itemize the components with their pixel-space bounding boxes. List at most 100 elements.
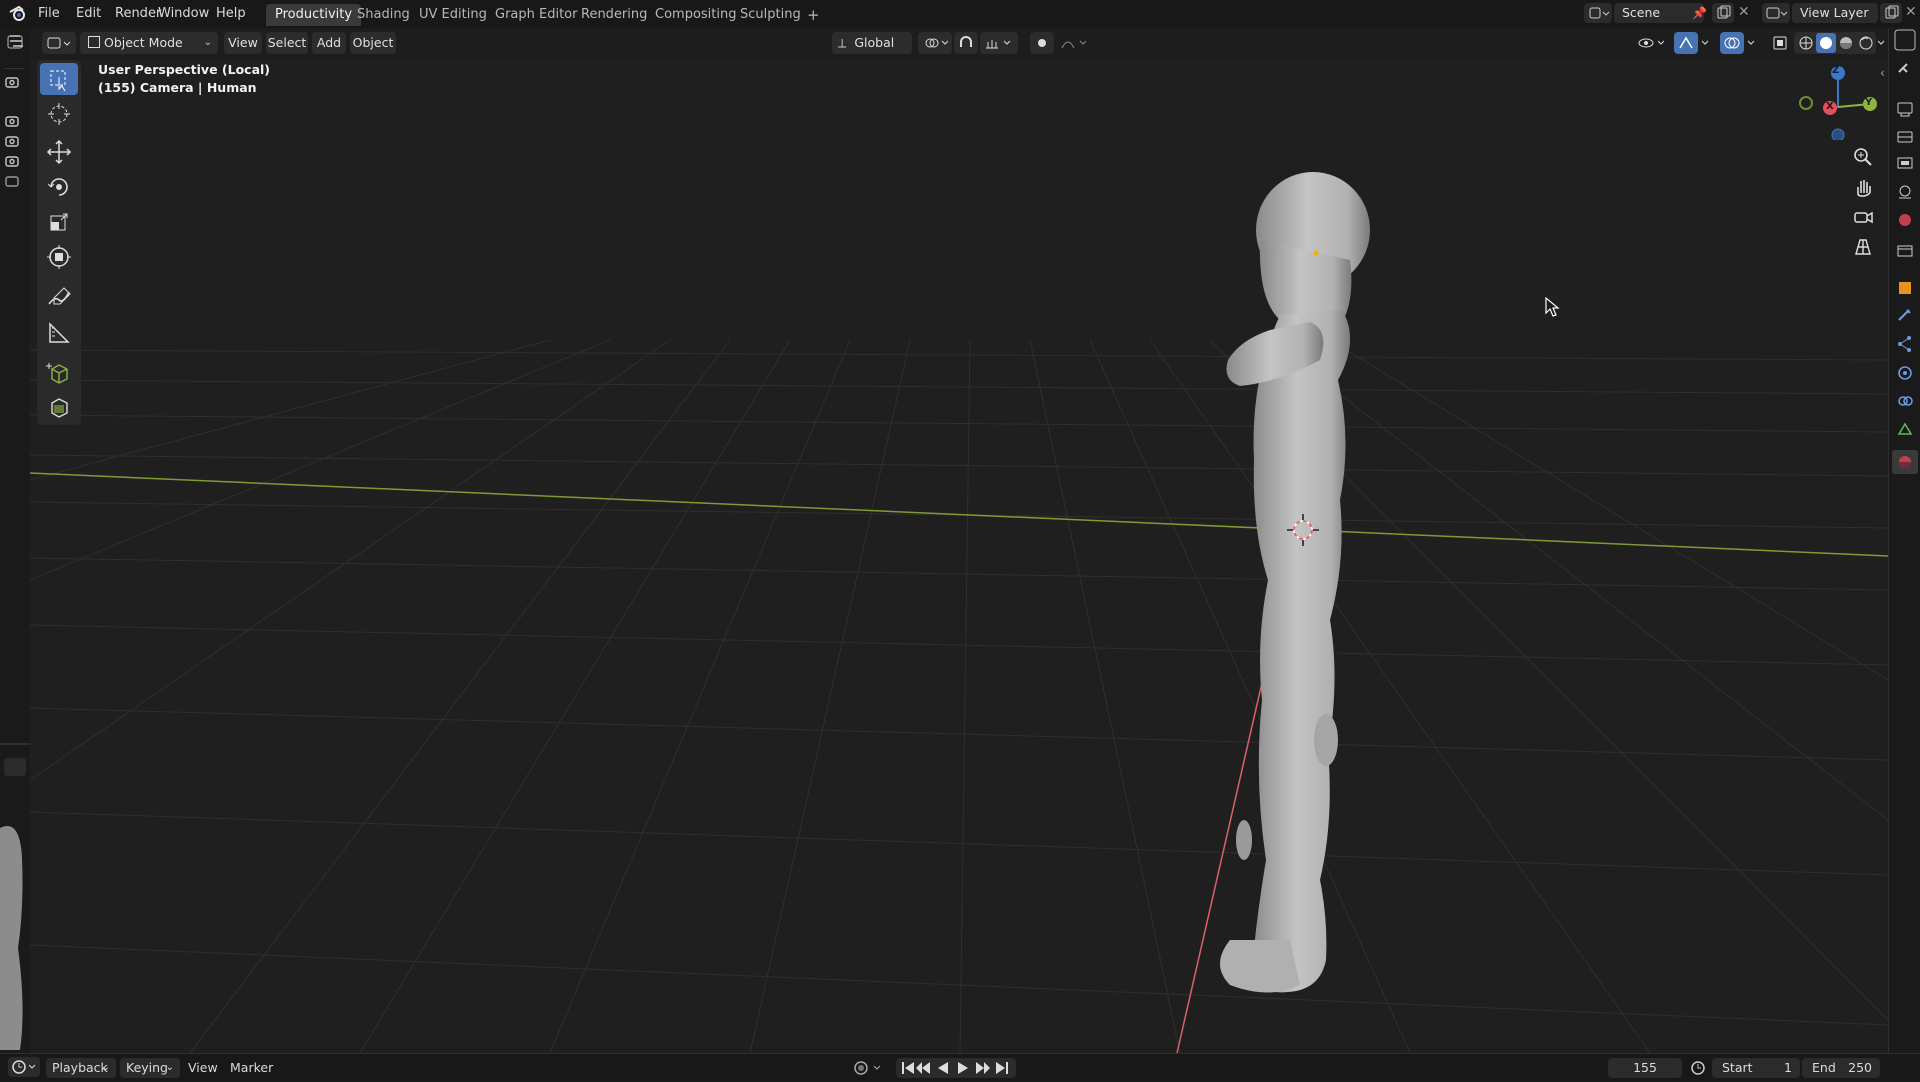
preview-range-toggle[interactable] — [1688, 1058, 1708, 1078]
end-label: End — [1812, 1060, 1836, 1075]
measure-tool[interactable] — [40, 316, 78, 348]
view-layer-browse-button[interactable] — [1762, 3, 1790, 23]
pan-hand-icon[interactable] — [1852, 176, 1874, 198]
scale-tool[interactable] — [40, 206, 78, 238]
solid-shading-icon — [1820, 37, 1832, 49]
rendered-shading-icon — [1859, 36, 1873, 50]
object-mode-icon — [88, 36, 100, 48]
start-label: Start — [1722, 1060, 1753, 1075]
outliner-editor-type-icon[interactable] — [4, 30, 28, 54]
particles-properties-icon — [1898, 336, 1911, 352]
tab-uv-editing[interactable]: UV Editing — [410, 4, 496, 26]
view-perspective-label: User Perspective (Local) — [98, 62, 271, 77]
transform-tool[interactable] — [40, 241, 78, 273]
blender-logo-icon[interactable] — [8, 4, 28, 24]
left-editor-strip — [0, 28, 31, 1053]
rotate-tool[interactable] — [40, 171, 78, 203]
viewport-header: Object Mode ⌄ View Select Add Object ⟂ Gl… — [30, 28, 1888, 60]
pin-icon[interactable]: 📌 — [1692, 6, 1707, 20]
start-frame-field[interactable]: Start 1 — [1712, 1058, 1800, 1078]
cursor-tool[interactable] — [40, 98, 78, 130]
viewport-scene — [30, 120, 1888, 1053]
menu-window[interactable]: Window — [152, 4, 215, 24]
play-reverse-icon — [938, 1062, 948, 1074]
render-properties-icon — [1897, 102, 1913, 117]
wireframe-shading-icon — [1799, 36, 1813, 50]
move-tool[interactable] — [40, 136, 78, 168]
add-cube-tool[interactable] — [40, 357, 78, 389]
marker-menu[interactable]: Marker — [230, 1058, 273, 1078]
properties-tab-strip — [1884, 28, 1920, 1053]
zoom-icon[interactable] — [1852, 146, 1874, 168]
gizmo-toggle[interactable] — [1674, 32, 1698, 54]
perspective-toggle-icon[interactable] — [1852, 236, 1874, 258]
tab-productivity[interactable]: Productivity — [266, 4, 362, 26]
play-icon — [958, 1062, 968, 1074]
close-view-layer-icon[interactable]: ✕ — [1905, 4, 1917, 20]
scene-name-field[interactable]: Scene — [1614, 3, 1704, 23]
output-properties-icon — [1897, 131, 1913, 143]
timeline-header: Playback ⌄ Keying ⌄ View Marker 155 Start … — [0, 1053, 1920, 1081]
chevron-down-icon: ⌄ — [203, 37, 212, 48]
left-strip-icons — [0, 35, 30, 1050]
snap-toggle[interactable] — [954, 32, 978, 54]
select-menu[interactable]: Select — [266, 32, 308, 54]
pivot-point-dropdown[interactable] — [918, 32, 952, 54]
top-bar: File Edit Render Window Help Productivit… — [0, 0, 1920, 28]
view-menu[interactable]: View — [224, 32, 262, 54]
material-properties-icon — [1899, 456, 1911, 468]
transform-orientation-dropdown[interactable]: ⟂ Global — [832, 32, 912, 54]
add-workspace-button[interactable]: + — [798, 4, 829, 26]
gizmo-dropdown[interactable] — [1698, 32, 1716, 54]
visibility-dropdown[interactable] — [1634, 32, 1668, 54]
data-properties-icon — [1897, 422, 1913, 435]
shading-mode-group — [1794, 32, 1876, 54]
add-object-tool[interactable] — [40, 391, 78, 423]
mode-dropdown[interactable]: Object Mode ⌄ — [80, 32, 218, 54]
view-layer-properties-icon — [1897, 157, 1913, 169]
scene-browse-button[interactable] — [1584, 3, 1612, 23]
scene-properties-icon — [1899, 185, 1911, 199]
jump-start-icon — [902, 1062, 914, 1074]
playback-controls — [896, 1058, 1016, 1078]
auto-keying-toggle[interactable] — [850, 1058, 890, 1078]
mode-label: Object Mode — [104, 35, 183, 50]
proportional-editing-toggle[interactable] — [1030, 32, 1054, 54]
camera-icon — [5, 77, 19, 187]
view-layer-name-field[interactable]: View Layer — [1792, 3, 1878, 23]
overlays-dropdown[interactable] — [1744, 32, 1762, 54]
close-scene-icon[interactable]: ✕ — [1738, 4, 1750, 20]
object-origin — [1313, 250, 1319, 256]
timeline-view-menu[interactable]: View — [188, 1058, 218, 1078]
overlays-toggle[interactable] — [1720, 32, 1744, 54]
menu-help[interactable]: Help — [210, 4, 252, 24]
tab-rendering[interactable]: Rendering — [572, 4, 656, 26]
xray-toggle[interactable] — [1768, 32, 1792, 54]
current-frame-field[interactable]: 155 — [1608, 1058, 1682, 1078]
snap-target-dropdown[interactable] — [980, 32, 1018, 54]
timeline-editor-type-button[interactable] — [8, 1057, 40, 1077]
tab-shading[interactable]: Shading — [348, 4, 419, 26]
proportional-falloff-dropdown[interactable] — [1056, 32, 1092, 54]
keying-menu[interactable]: Keying ⌄ — [120, 1058, 180, 1078]
menu-file[interactable]: File — [32, 4, 66, 24]
gizmo-z-label: Z — [1832, 65, 1840, 76]
new-scene-button[interactable] — [1712, 3, 1734, 23]
prev-keyframe-icon — [916, 1062, 930, 1074]
camera-view-icon[interactable] — [1852, 206, 1874, 228]
physics-properties-icon — [1898, 366, 1912, 380]
3d-viewport[interactable]: User Perspective (Local) (155) Camera | … — [30, 60, 1888, 1053]
select-box-tool[interactable] — [40, 63, 78, 95]
editor-type-button[interactable] — [42, 32, 76, 54]
add-menu[interactable]: Add — [312, 32, 346, 54]
annotate-tool[interactable] — [40, 282, 78, 314]
object-menu[interactable]: Object — [350, 32, 396, 54]
new-view-layer-button[interactable] — [1880, 3, 1902, 23]
playback-menu[interactable]: Playback ⌄ — [46, 1058, 116, 1078]
modifier-properties-icon — [1898, 309, 1911, 321]
properties-tabs-icons — [1884, 29, 1918, 474]
end-frame-field[interactable]: End 250 — [1802, 1058, 1880, 1078]
constraints-properties-icon — [1898, 396, 1913, 406]
menu-edit[interactable]: Edit — [70, 4, 107, 24]
sidebar-toggle-icon[interactable]: ‹ — [1880, 66, 1885, 80]
